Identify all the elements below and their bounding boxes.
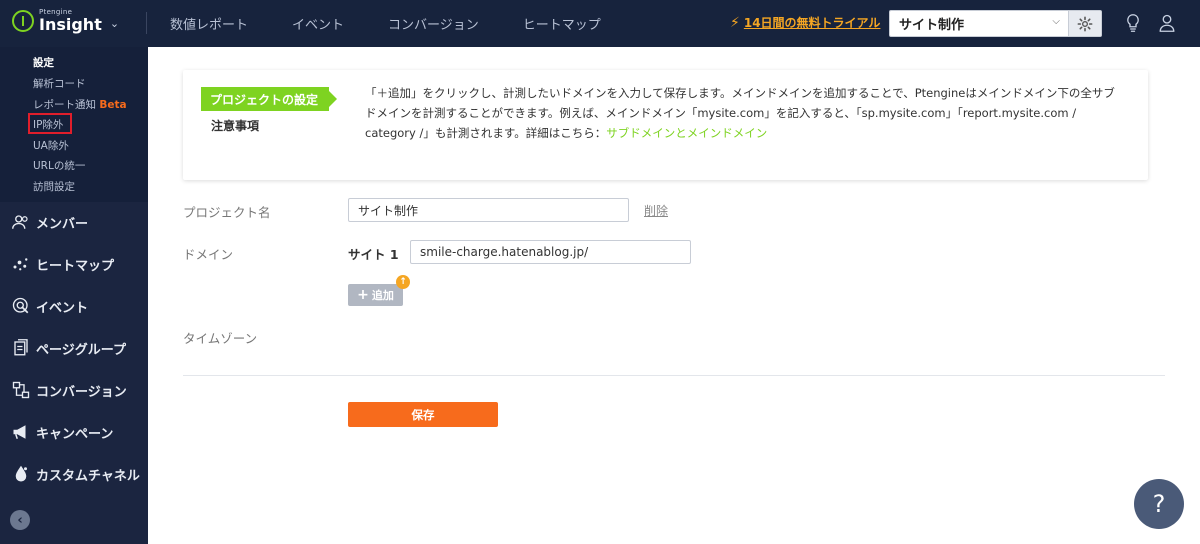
- conversion-icon: [10, 380, 32, 400]
- trial-banner[interactable]: ⚡ 14日間の無料トライアル: [730, 14, 880, 31]
- nav-conversion[interactable]: コンバージョン: [388, 14, 479, 33]
- sidebar-item-label: コンバージョン: [36, 384, 127, 400]
- beta-badge: Beta: [99, 99, 127, 111]
- sidebar-item-custom-channel[interactable]: カスタムチャネル: [10, 464, 140, 484]
- sidebar-item-heatmap[interactable]: ヒートマップ: [10, 254, 114, 274]
- sidebar-item-campaign[interactable]: キャンペーン: [10, 422, 113, 442]
- site-select-value: サイト制作: [899, 18, 965, 33]
- sidebar-item-label: キャンペーン: [36, 426, 114, 442]
- plus-icon: +: [357, 287, 369, 303]
- heatmap-icon: [10, 254, 32, 274]
- brand-logo-icon: [12, 10, 34, 32]
- trial-link[interactable]: 14日間の無料トライアル: [744, 14, 881, 31]
- settings-button[interactable]: [1069, 10, 1102, 37]
- lightbulb-icon[interactable]: [1122, 12, 1144, 34]
- highlight-box: [28, 113, 72, 134]
- subdomain-help-link[interactable]: サブドメインとメインドメイン: [606, 126, 767, 140]
- megaphone-icon: [10, 422, 32, 442]
- top-nav: 数値レポート イベント コンバージョン ヒートマップ: [170, 0, 645, 47]
- site-label: サイト 1: [348, 247, 399, 262]
- nav-heatmap[interactable]: ヒートマップ: [523, 14, 601, 33]
- save-button[interactable]: 保存: [348, 402, 498, 427]
- domain-input[interactable]: smile-charge.hatenablog.jp/: [410, 240, 691, 264]
- sidebar-item-label: ページグループ: [36, 342, 126, 358]
- subnav-settings[interactable]: 設定: [33, 55, 54, 70]
- subnav-tracking-code[interactable]: 解析コード: [33, 76, 86, 91]
- subnav-report-notification[interactable]: レポート通知 Beta: [33, 97, 127, 112]
- sidebar-item-label: カスタムチャネル: [36, 468, 140, 484]
- chevron-down-icon: ⌵: [1052, 16, 1060, 27]
- collapse-sidebar-button[interactable]: ‹: [10, 510, 30, 530]
- notice-text: 「＋追加」をクリックし、計測したいドメインを入力して保存します。メインドメインを…: [365, 86, 1115, 140]
- delete-link[interactable]: 削除: [644, 202, 668, 219]
- timezone-label: タイムゾーン: [183, 331, 258, 346]
- sidebar-item-event[interactable]: イベント: [10, 296, 88, 316]
- project-name-label: プロジェクト名: [183, 205, 271, 220]
- chevron-down-icon[interactable]: ⌄: [110, 17, 119, 30]
- help-button[interactable]: ?: [1134, 479, 1184, 529]
- members-icon: [10, 212, 32, 232]
- brand-name: Insight: [39, 15, 102, 34]
- subnav-visit-settings[interactable]: 訪問設定: [33, 179, 75, 194]
- sidebar-item-label: メンバー: [36, 216, 89, 232]
- brand-logo[interactable]: Ptengine Insight ⌄: [12, 9, 119, 33]
- sidebar-item-conversion[interactable]: コンバージョン: [10, 380, 127, 400]
- notice-subtitle: 注意事項: [211, 119, 260, 133]
- gear-icon: [1077, 16, 1093, 31]
- arrow-up-badge-icon: ↑: [396, 275, 410, 289]
- user-icon[interactable]: [1156, 12, 1178, 34]
- sidebar-item-label: イベント: [36, 300, 89, 316]
- sidebar-item-members[interactable]: メンバー: [10, 212, 88, 232]
- subnav-ua-exclusion[interactable]: UA除外: [33, 138, 69, 153]
- notice-card: プロジェクトの設定 注意事項 「＋追加」をクリックし、計測したいドメインを入力し…: [183, 70, 1148, 180]
- domain-label: ドメイン: [183, 247, 234, 262]
- add-domain-button[interactable]: + 追加: [348, 284, 403, 306]
- lightning-icon: ⚡: [730, 14, 740, 31]
- sidebar: 設定 解析コード レポート通知 Beta IP除外 UA除外 URLの統一 訪問…: [0, 47, 148, 544]
- divider: [183, 375, 1165, 376]
- subnav-url-unify[interactable]: URLの統一: [33, 158, 85, 173]
- page-group-icon: [10, 338, 32, 358]
- settings-subnav: 設定 解析コード レポート通知 Beta IP除外 UA除外 URLの統一 訪問…: [0, 47, 148, 202]
- notice-tag: プロジェクトの設定: [201, 87, 337, 111]
- sidebar-item-page-group[interactable]: ページグループ: [10, 338, 126, 358]
- divider: [146, 12, 147, 34]
- sidebar-item-label: ヒートマップ: [36, 258, 115, 274]
- chevron-left-icon: ‹: [17, 512, 23, 528]
- drop-icon: [10, 464, 32, 484]
- event-icon: [10, 296, 32, 316]
- top-bar: Ptengine Insight ⌄ 数値レポート イベント コンバージョン ヒ…: [0, 0, 1200, 47]
- site-select[interactable]: サイト制作 ⌵: [889, 10, 1069, 37]
- nav-event[interactable]: イベント: [292, 14, 344, 33]
- project-name-input[interactable]: サイト制作: [348, 198, 629, 222]
- nav-numeric-report[interactable]: 数値レポート: [170, 14, 248, 33]
